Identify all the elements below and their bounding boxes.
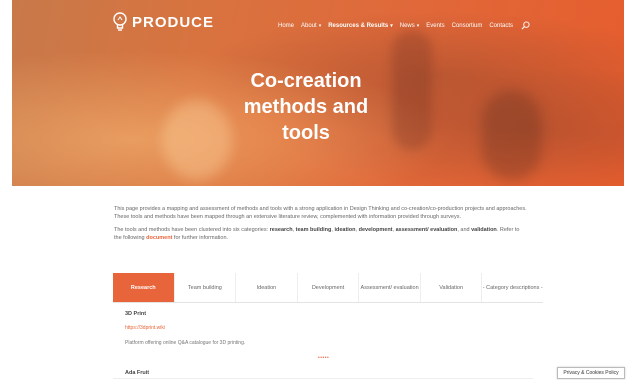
page-title: Co-creation methods and tools	[0, 68, 612, 146]
nav-item-label: Contacts	[489, 22, 514, 29]
page-title-line: tools	[282, 122, 330, 144]
nav-item-resources-results[interactable]: Resources & Results ▾	[328, 23, 393, 29]
category-keyword: development	[358, 227, 393, 233]
tab-assessment-evaluation[interactable]: Assessment/ evaluation	[359, 273, 421, 302]
intro-text: This page provides a mapping and assessm…	[114, 205, 528, 247]
category-keyword: validation	[471, 227, 497, 233]
nav-item-label: About	[301, 22, 317, 29]
intro-text-segment: for further information.	[172, 235, 229, 241]
tab-development[interactable]: Development	[297, 273, 360, 302]
logo-text: PRODUCE	[132, 13, 215, 31]
lightbulb-icon	[113, 12, 127, 31]
chevron-down-icon: ▾	[416, 22, 420, 29]
nav-item-home[interactable]: Home	[278, 23, 294, 29]
nav-item-label: Consortium	[451, 22, 483, 29]
tool-title: Ada Fruit	[125, 370, 150, 376]
document-link[interactable]: document	[146, 235, 172, 241]
intro-paragraph: This page provides a mapping and assessm…	[114, 206, 527, 220]
nav-item-label: Resources & Results	[328, 22, 389, 29]
privacy-cookies-button[interactable]: Privacy & Cookies Policy	[557, 367, 625, 379]
chevron-down-icon: ▾	[318, 22, 322, 29]
tab-research[interactable]: Research	[113, 273, 175, 302]
nav-item-events[interactable]: Events	[426, 23, 444, 29]
tool-description: Platform offering online Q&A catalogue f…	[125, 340, 246, 346]
page-title-line: Co-creation	[250, 70, 362, 92]
nav-item-contacts[interactable]: Contacts	[489, 23, 513, 29]
tab-ideation[interactable]: Ideation	[236, 273, 298, 302]
nav-item-label: Home	[278, 22, 295, 29]
category-keyword: assessment/ evaluation	[395, 227, 458, 233]
nav-item-news[interactable]: News ▾	[400, 23, 420, 29]
tab-validation[interactable]: Validation	[420, 273, 483, 302]
category-keyword: team building	[295, 227, 332, 233]
nav-item-about[interactable]: About ▾	[301, 23, 321, 29]
tab-team-building[interactable]: Team building	[174, 273, 237, 302]
nav-item-consortium[interactable]: Consortium	[452, 23, 483, 29]
tool-title: 3D Print	[125, 311, 147, 317]
divider	[113, 378, 533, 379]
tab-category-descriptions[interactable]: - Category descriptions -	[482, 273, 544, 302]
page-title-line: methods and	[243, 96, 369, 118]
intro-text-segment: The tools and methods have been clustere…	[114, 227, 270, 233]
category-tabs: Research Team building Ideation Development…	[113, 273, 544, 303]
category-keyword: research	[269, 227, 293, 233]
tab-content: 3D Print https://3dprint.wiki Platform o…	[125, 311, 525, 346]
site-logo[interactable]: PRODUCE	[112, 12, 214, 32]
main-nav: Home About ▾ Resources & Results ▾ News ▾ Event…	[278, 21, 530, 30]
intro-text-segment: , and	[457, 227, 472, 233]
chevron-down-icon: ▾	[390, 22, 393, 29]
category-keyword: ideation	[334, 227, 356, 233]
nav-item-label: Events	[426, 22, 445, 29]
search-icon[interactable]	[521, 21, 530, 30]
tool-link[interactable]: https://3dprint.wiki	[125, 325, 525, 331]
nav-item-label: News	[399, 22, 415, 29]
intro-paragraph-categories: The tools and methods have been clustere…	[114, 226, 528, 242]
carousel-dots[interactable]: •••••	[318, 355, 329, 361]
